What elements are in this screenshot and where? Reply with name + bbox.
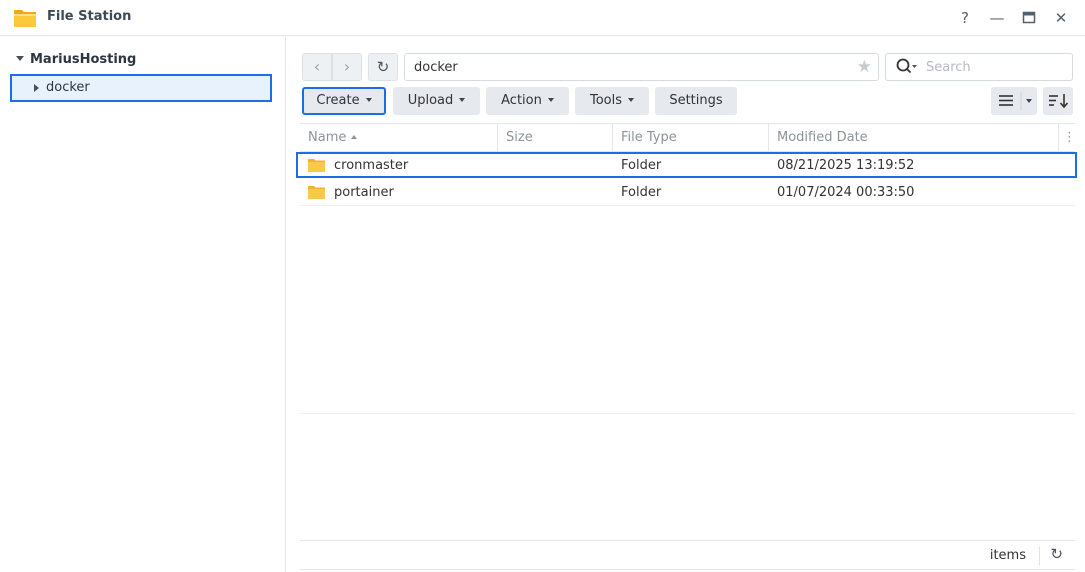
help-icon[interactable]: ? (956, 9, 974, 27)
tree-root-label: MariusHosting (30, 52, 137, 67)
sort-asc-icon (351, 135, 358, 139)
footer-divider (1039, 547, 1040, 565)
create-button[interactable]: Create (302, 87, 386, 115)
sort-icon (1049, 94, 1069, 109)
caret-down-icon (16, 56, 24, 61)
file-modified: 08/21/2025 13:19:52 (777, 158, 915, 173)
forward-button[interactable]: › (332, 53, 362, 81)
file-type: Folder (621, 158, 662, 173)
file-list: Name Size File Type Modified Date ⋮ cron… (296, 123, 1077, 571)
upload-button[interactable]: Upload (393, 87, 480, 115)
sort-button[interactable] (1043, 87, 1073, 115)
folder-icon (308, 186, 325, 199)
title-bar: File Station ? — ✕ (0, 0, 1085, 36)
column-modified[interactable]: Modified Date (769, 124, 1059, 152)
folder-icon (308, 159, 325, 172)
close-icon[interactable]: ✕ (1052, 9, 1070, 27)
chevron-down-icon (547, 98, 554, 102)
tools-button[interactable]: Tools (575, 87, 649, 115)
list-divider (300, 413, 1075, 414)
search-icon[interactable] (895, 57, 917, 77)
maximize-icon[interactable] (1020, 9, 1038, 27)
list-view-icon (999, 92, 1032, 110)
tools-label: Tools (589, 93, 623, 108)
file-modified: 01/07/2024 00:33:50 (777, 185, 915, 200)
search-placeholder: Search (926, 60, 971, 75)
chevron-down-icon (459, 98, 466, 102)
sidebar-item-label: docker (46, 80, 90, 95)
back-button[interactable]: ‹ (302, 53, 332, 81)
file-type: Folder (621, 185, 662, 200)
create-label: Create (316, 93, 360, 108)
column-type[interactable]: File Type (613, 124, 769, 152)
column-name-label: Name (308, 130, 347, 145)
sidebar: MariusHosting docker (0, 37, 286, 572)
star-icon[interactable]: ★ (857, 57, 872, 77)
status-bar: items ↻ (300, 540, 1075, 570)
file-name: portainer (334, 185, 394, 200)
file-station-icon (14, 10, 36, 27)
column-size[interactable]: Size (498, 124, 613, 152)
action-label: Action (501, 93, 542, 108)
search-input[interactable]: Search (885, 53, 1073, 81)
path-text: docker (414, 60, 458, 75)
file-name: cronmaster (334, 158, 409, 173)
tree-root[interactable]: MariusHosting (16, 52, 136, 67)
table-row[interactable]: portainer Folder 01/07/2024 00:33:50 (300, 180, 1075, 206)
list-header: Name Size File Type Modified Date ⋮ (300, 123, 1076, 152)
action-button[interactable]: Action (486, 87, 569, 115)
column-name[interactable]: Name (300, 124, 498, 152)
minimize-icon[interactable]: — (988, 9, 1006, 27)
items-count: items (989, 548, 1026, 563)
refresh-icon[interactable]: ↻ (1050, 545, 1063, 563)
refresh-button[interactable]: ↻ (368, 53, 398, 81)
upload-label: Upload (407, 93, 454, 108)
table-row[interactable]: cronmaster Folder 08/21/2025 13:19:52 (296, 152, 1077, 178)
path-field[interactable]: docker ★ (404, 53, 879, 81)
settings-button[interactable]: Settings (655, 87, 737, 115)
view-mode-button[interactable] (991, 87, 1037, 115)
chevron-down-icon (365, 98, 372, 102)
chevron-down-icon (628, 98, 635, 102)
sidebar-item-docker[interactable]: docker (10, 74, 272, 102)
caret-right-icon[interactable] (34, 84, 39, 92)
app-title: File Station (47, 9, 132, 24)
column-options-icon[interactable]: ⋮ (1059, 124, 1076, 152)
